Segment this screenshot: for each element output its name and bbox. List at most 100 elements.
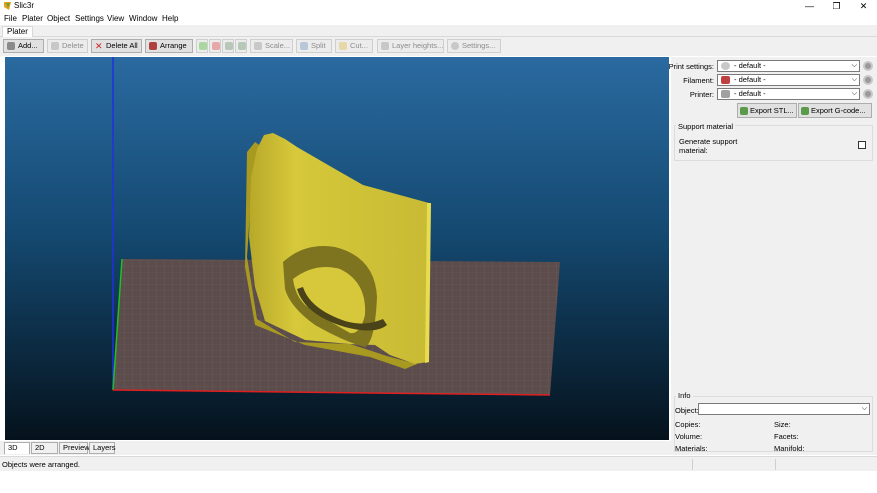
minus-icon [212, 42, 220, 50]
arrange-icon [149, 42, 157, 50]
generate-support-label-2: material: [679, 146, 708, 155]
gear-icon [451, 42, 459, 50]
printer-icon [721, 90, 730, 98]
object-select[interactable]: ⌵ [698, 403, 870, 415]
printer-gear-icon[interactable] [863, 89, 873, 99]
export-stl-button[interactable]: Export STL... [737, 103, 797, 118]
3d-viewport[interactable] [5, 57, 669, 440]
status-message: Objects were arranged. [2, 460, 80, 469]
menu-object[interactable]: Object [47, 14, 70, 23]
filament-gear-icon[interactable] [863, 75, 873, 85]
filament-label: Filament: [683, 76, 714, 85]
tab-preview[interactable]: Preview [59, 442, 90, 454]
close-button[interactable]: ✕ [850, 0, 877, 13]
export-stl-label: Export STL... [750, 106, 794, 115]
menu-file[interactable]: File [4, 14, 17, 23]
status-separator [692, 459, 693, 470]
print-settings-icon [721, 62, 730, 70]
export-stl-icon [740, 107, 748, 115]
view-tabs: 3D 2D Preview Layers [0, 441, 671, 455]
print-settings-label: Print settings: [668, 62, 714, 71]
minimize-button[interactable]: — [796, 0, 823, 13]
delete-all-button[interactable]: ✕ Delete All [91, 39, 142, 53]
printer-value: - default - [734, 89, 766, 98]
tab-2d[interactable]: 2D [31, 442, 58, 454]
printer-label: Printer: [689, 90, 714, 99]
plus-icon [199, 42, 207, 50]
layer-heights-button[interactable]: Layer heights... [377, 39, 444, 53]
menu-view[interactable]: View [107, 14, 124, 23]
generate-support-checkbox[interactable] [858, 141, 866, 149]
size-label: Size: [774, 420, 791, 429]
facets-label: Facets: [774, 432, 799, 441]
split-icon [300, 42, 308, 50]
delete-icon [51, 42, 59, 50]
scale-icon [254, 42, 262, 50]
maximize-button[interactable]: ❐ [823, 0, 850, 13]
split-button[interactable]: Split [296, 39, 332, 53]
3d-scene[interactable] [5, 57, 669, 440]
rotate-left-button[interactable] [222, 39, 234, 53]
object-label: Object: [675, 406, 699, 415]
title-bar: Slic3r — ❐ ✕ [0, 0, 877, 13]
cut-icon [339, 42, 347, 50]
window-title: Slic3r [14, 1, 35, 10]
tab-3d[interactable]: 3D [4, 442, 30, 454]
cut-button[interactable]: Cut... [335, 39, 373, 53]
arrange-button-label: Arrange [160, 41, 187, 50]
chevron-down-icon: ⌵ [851, 76, 857, 83]
volume-label: Volume: [675, 432, 703, 441]
print-settings-select[interactable]: - default - ⌵ [717, 60, 860, 72]
export-gcode-button[interactable]: Export G-code... [798, 103, 872, 118]
right-panel: Print settings: - default - ⌵ Filament: … [668, 57, 877, 455]
cut-button-label: Cut... [350, 41, 368, 50]
tab-strip: Plater [0, 25, 877, 37]
add-button[interactable]: Add... [3, 39, 44, 53]
printer-select[interactable]: - default - ⌵ [717, 88, 860, 100]
export-gcode-icon [801, 107, 809, 115]
tab-plater[interactable]: Plater [2, 26, 33, 37]
settings-button-label: Settings... [462, 41, 496, 50]
print-settings-gear-icon[interactable] [863, 61, 873, 71]
delete-button-label: Delete [62, 41, 84, 50]
chevron-down-icon: ⌵ [851, 90, 857, 97]
status-separator [775, 459, 776, 470]
menu-bar: File Plater Object Settings View Window … [0, 13, 877, 25]
scale-button[interactable]: Scale... [250, 39, 293, 53]
slic3r-logo-icon [4, 2, 11, 10]
support-material-title: Support material [676, 122, 736, 131]
export-gcode-label: Export G-code... [811, 106, 866, 115]
manifold-label: Manifold: [774, 444, 805, 453]
plater-toolbar: Add... Delete ✕ Delete All Arrange Scale… [0, 37, 877, 56]
info-title: Info [676, 391, 693, 400]
rotate-left-icon [225, 42, 233, 50]
chevron-down-icon: ⌵ [851, 62, 857, 69]
filament-spool-icon [721, 76, 730, 84]
delete-button[interactable]: Delete [47, 39, 88, 53]
decrease-copies-button[interactable] [209, 39, 221, 53]
filament-value: - default - [734, 75, 766, 84]
delete-all-button-label: Delete All [106, 41, 138, 50]
tab-layers[interactable]: Layers [89, 442, 116, 454]
add-button-label: Add... [18, 41, 38, 50]
increase-copies-button[interactable] [196, 39, 208, 53]
print-settings-row: Print settings: - default - ⌵ [668, 60, 877, 73]
chevron-down-icon: ⌵ [861, 405, 867, 412]
menu-window[interactable]: Window [129, 14, 157, 23]
copies-label: Copies: [675, 420, 701, 429]
filament-select[interactable]: - default - ⌵ [717, 74, 860, 86]
menu-help[interactable]: Help [162, 14, 178, 23]
settings-button[interactable]: Settings... [447, 39, 501, 53]
menu-settings[interactable]: Settings [75, 14, 104, 23]
generate-support-label-1: Generate support [679, 137, 738, 146]
arrange-button[interactable]: Arrange [145, 39, 193, 53]
filament-row: Filament: - default - ⌵ [671, 74, 877, 87]
split-button-label: Split [311, 41, 326, 50]
status-bar: Objects were arranged. [0, 456, 877, 471]
rotate-right-icon [238, 42, 246, 50]
printer-row: Printer: - default - ⌵ [671, 88, 877, 101]
menu-plater[interactable]: Plater [22, 14, 43, 23]
layers-icon [381, 42, 389, 50]
materials-label: Materials: [675, 444, 708, 453]
rotate-right-button[interactable] [235, 39, 247, 53]
